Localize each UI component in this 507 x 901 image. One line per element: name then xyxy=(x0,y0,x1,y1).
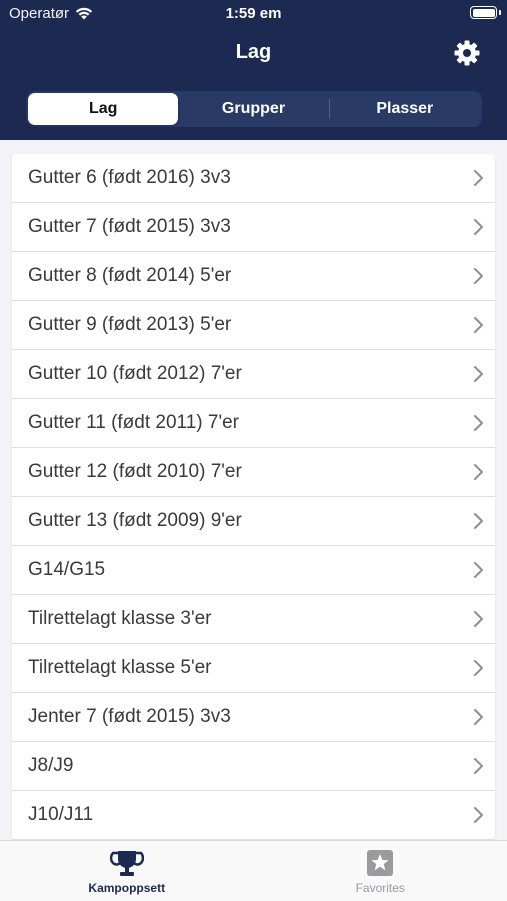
chevron-right-icon xyxy=(473,169,485,187)
list-item[interactable]: Gutter 9 (født 2013) 5'er xyxy=(12,301,495,350)
list-item[interactable]: Gutter 8 (født 2014) 5'er xyxy=(12,252,495,301)
battery-cap xyxy=(499,10,501,15)
chevron-right-icon xyxy=(473,806,485,824)
list-item[interactable]: Gutter 13 (født 2009) 9'er xyxy=(12,497,495,546)
list-item[interactable]: Gutter 10 (født 2012) 7'er xyxy=(12,350,495,399)
tab-bar: Kampoppsett Favorites xyxy=(0,840,507,901)
chevron-right-icon xyxy=(473,561,485,579)
chevron-right-icon xyxy=(473,708,485,726)
team-list: Gutter 6 (født 2016) 3v3 Gutter 7 (født … xyxy=(12,154,495,840)
chevron-right-icon xyxy=(473,463,485,481)
segment-plasser[interactable]: Plasser xyxy=(330,93,480,125)
trophy-icon xyxy=(110,849,144,877)
battery-icon xyxy=(470,6,497,19)
tab-label: Kampoppsett xyxy=(88,881,165,895)
list-item-label: Gutter 7 (født 2015) 3v3 xyxy=(28,216,231,238)
list-item-label: Gutter 11 (født 2011) 7'er xyxy=(28,412,239,434)
list-item[interactable]: J10/J11 xyxy=(12,791,495,840)
list-item[interactable]: Gutter 7 (født 2015) 3v3 xyxy=(12,203,495,252)
chevron-right-icon xyxy=(473,659,485,677)
star-icon xyxy=(366,849,394,877)
chevron-right-icon xyxy=(473,414,485,432)
list-item[interactable]: Gutter 12 (født 2010) 7'er xyxy=(12,448,495,497)
list-item-label: Gutter 6 (født 2016) 3v3 xyxy=(28,167,231,189)
status-time: 1:59 em xyxy=(0,5,507,22)
chevron-right-icon xyxy=(473,610,485,628)
gear-icon[interactable] xyxy=(453,39,481,67)
chevron-right-icon xyxy=(473,316,485,334)
list-item-label: Gutter 13 (født 2009) 9'er xyxy=(28,510,242,532)
tab-kampoppsett[interactable]: Kampoppsett xyxy=(0,841,254,901)
chevron-right-icon xyxy=(473,218,485,236)
list-item-label: J8/J9 xyxy=(28,755,73,777)
list-item[interactable]: Gutter 6 (født 2016) 3v3 xyxy=(12,154,495,203)
list-item-label: Gutter 9 (født 2013) 5'er xyxy=(28,314,231,336)
chevron-right-icon xyxy=(473,757,485,775)
page-title: Lag xyxy=(0,41,507,64)
chevron-right-icon xyxy=(473,365,485,383)
list-item[interactable]: Gutter 11 (født 2011) 7'er xyxy=(12,399,495,448)
segment-lag[interactable]: Lag xyxy=(28,93,178,125)
navigation-header: Operatør 1:59 em Lag Lag xyxy=(0,0,507,140)
list-item-label: G14/G15 xyxy=(28,559,105,581)
segment-grupper[interactable]: Grupper xyxy=(178,93,328,125)
chevron-right-icon xyxy=(473,512,485,530)
list-item[interactable]: J8/J9 xyxy=(12,742,495,791)
list-item[interactable]: Tilrettelagt klasse 5'er xyxy=(12,644,495,693)
list-item[interactable]: G14/G15 xyxy=(12,546,495,595)
list-item-label: Gutter 12 (født 2010) 7'er xyxy=(28,461,242,483)
segmented-control: Lag Grupper Plasser xyxy=(26,91,482,127)
status-bar: Operatør 1:59 em xyxy=(0,0,507,28)
tab-label: Favorites xyxy=(356,881,405,895)
list-item-label: Gutter 10 (født 2012) 7'er xyxy=(28,363,242,385)
list-item-label: Jenter 7 (født 2015) 3v3 xyxy=(28,706,231,728)
tab-favorites[interactable]: Favorites xyxy=(254,841,507,901)
chevron-right-icon xyxy=(473,267,485,285)
list-item-label: J10/J11 xyxy=(28,804,93,826)
list-item-label: Tilrettelagt klasse 3'er xyxy=(28,608,212,630)
list-item[interactable]: Jenter 7 (født 2015) 3v3 xyxy=(12,693,495,742)
list-item[interactable]: Tilrettelagt klasse 3'er xyxy=(12,595,495,644)
list-item-label: Tilrettelagt klasse 5'er xyxy=(28,657,212,679)
list-item-label: Gutter 8 (født 2014) 5'er xyxy=(28,265,231,287)
